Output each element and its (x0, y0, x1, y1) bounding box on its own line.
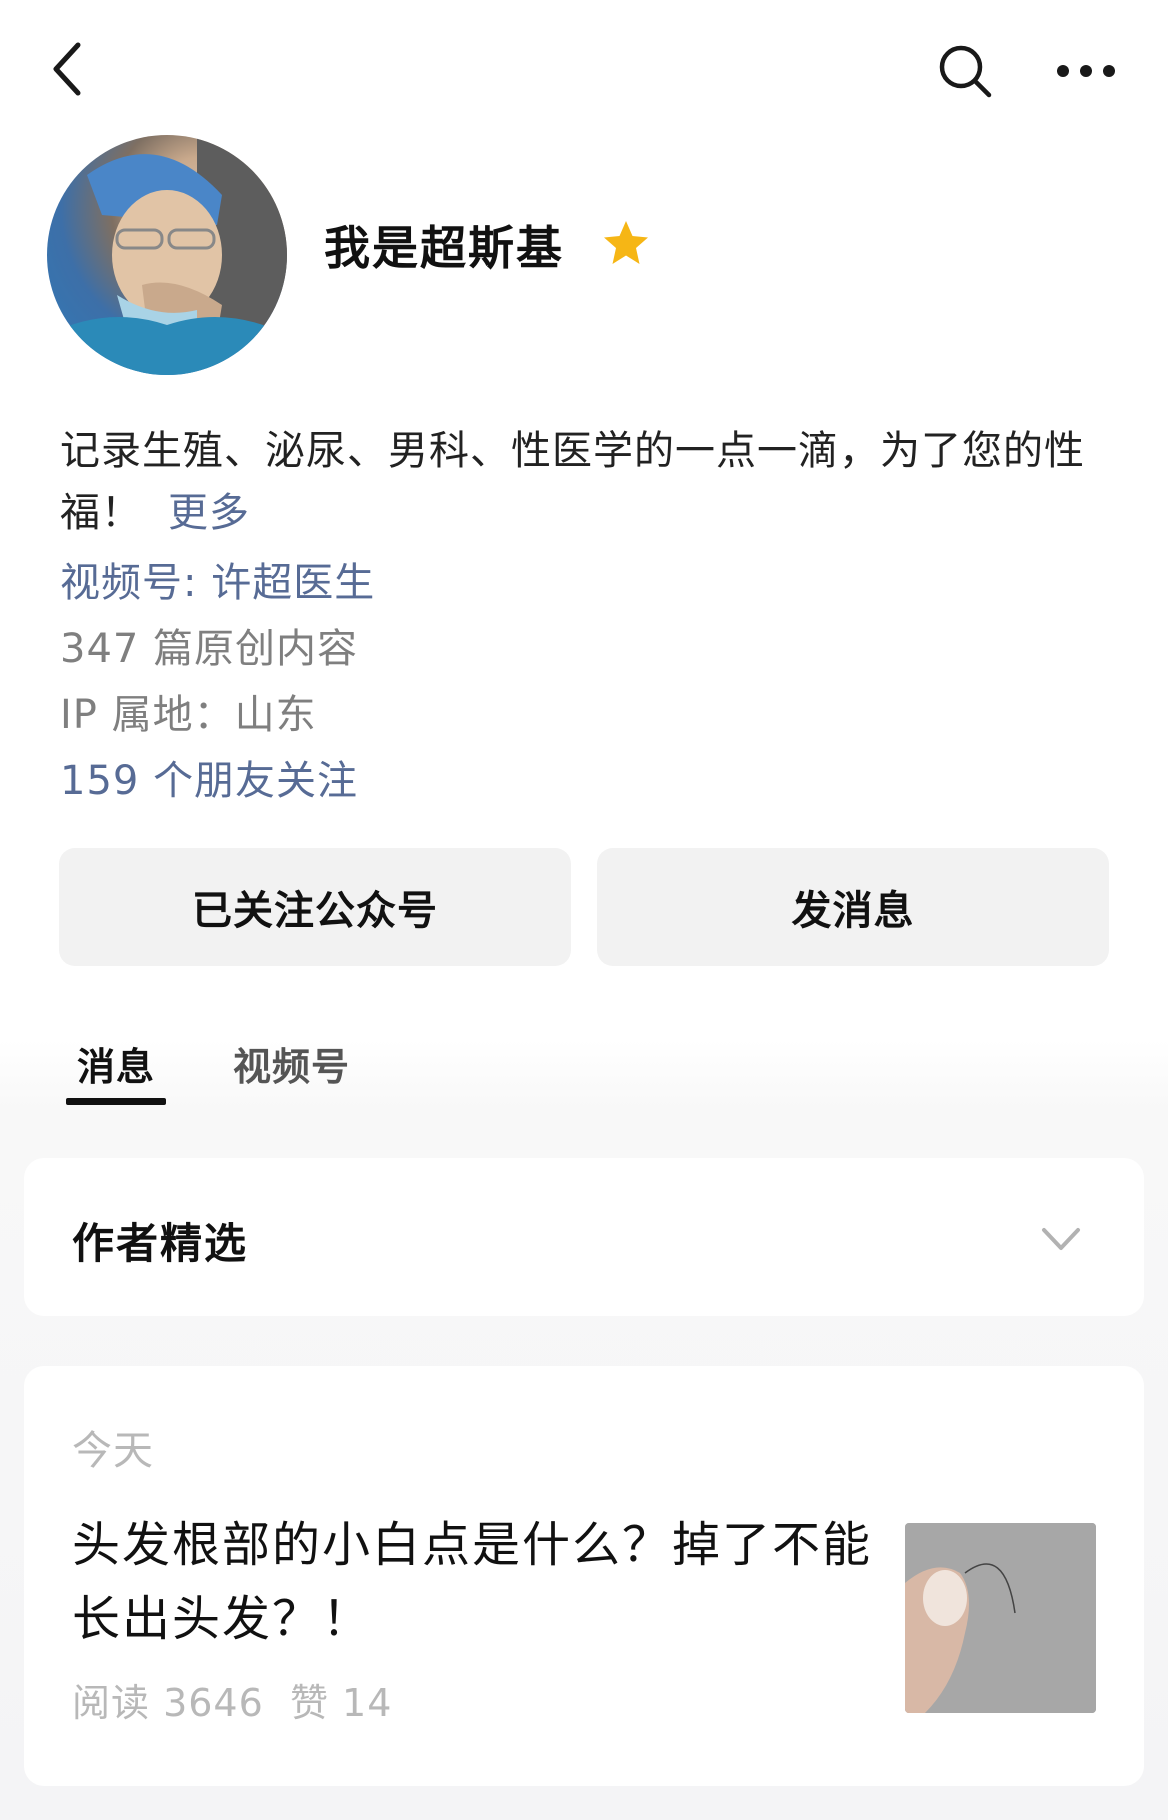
bio: 记录生殖、泌尿、男科、性医学的一点一滴，为了您的性福！ 更多 (60, 420, 1120, 544)
tab-channels[interactable]: 视频号 (233, 1036, 350, 1091)
article-date: 今天 (72, 1428, 154, 1474)
account-name: 我是超斯基 (324, 221, 564, 275)
more-dots-icon (1057, 65, 1115, 77)
chevron-left-icon (53, 42, 81, 96)
featured-title: 作者精选 (72, 1219, 249, 1268)
channel-link[interactable]: 视频号: 许超医生 (60, 550, 375, 608)
more-button[interactable] (1046, 36, 1126, 106)
section-fade (0, 1040, 1168, 1120)
avatar[interactable] (47, 135, 287, 375)
friends-follow-link[interactable]: 159 个朋友关注 (60, 748, 358, 806)
search-icon (939, 45, 992, 98)
ip-location: IP 属地：山东 (60, 692, 317, 738)
article-likes: 赞 14 (289, 1681, 393, 1725)
back-button[interactable] (36, 34, 96, 104)
chevron-down-icon[interactable] (1036, 1214, 1086, 1264)
article-thumbnail[interactable] (905, 1523, 1096, 1713)
avatar-image (47, 135, 287, 375)
tab-messages[interactable]: 消息 (77, 1036, 155, 1091)
star-icon (604, 221, 648, 264)
active-tab-indicator (66, 1098, 166, 1105)
followed-button[interactable]: 已关注公众号 (59, 848, 571, 966)
article-stats: 阅读 3646 赞 14 (72, 1672, 392, 1727)
article-title[interactable]: 头发根部的小白点是什么？掉了不能长出头发？！ (72, 1508, 872, 1656)
bio-more-link[interactable]: 更多 (168, 490, 250, 536)
search-button[interactable] (930, 36, 1000, 106)
article-reads: 阅读 3646 (72, 1681, 264, 1725)
send-message-button[interactable]: 发消息 (597, 848, 1109, 966)
thumbnail-image (905, 1523, 1096, 1713)
original-count: 347 篇原创内容 (60, 626, 359, 672)
